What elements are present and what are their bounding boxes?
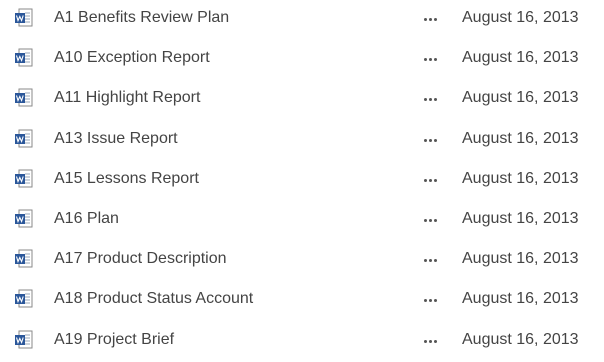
document-list: A1 Benefits Review Plan August 16, 2013 A1… (0, 0, 604, 351)
list-item[interactable]: A1 Benefits Review Plan August 16, 2013 (0, 0, 604, 40)
modified-date: August 16, 2013 (462, 49, 579, 67)
ellipsis-icon[interactable] (420, 6, 442, 28)
ellipsis-icon[interactable] (420, 86, 442, 108)
modified-date: August 16, 2013 (462, 210, 579, 227)
list-item[interactable]: A16 Plan August 16, 2013 (0, 201, 604, 241)
document-name-link[interactable]: A1 Benefits Review Plan (54, 8, 229, 28)
word-document-icon (13, 87, 35, 109)
document-name-link[interactable]: A13 Issue Report (54, 129, 178, 149)
document-name-link[interactable]: A16 Plan (54, 209, 119, 229)
modified-date: August 16, 2013 (462, 250, 579, 268)
modified-date: August 16, 2013 (462, 129, 579, 147)
list-item[interactable]: A19 Project Brief August 16, 2013 (0, 322, 604, 362)
document-name-link[interactable]: A19 Project Brief (54, 330, 174, 350)
word-document-icon (13, 208, 35, 230)
document-name-link[interactable]: A10 Exception Report (54, 48, 210, 68)
word-document-icon (13, 329, 35, 351)
document-name-link[interactable]: A11 Highlight Report (54, 88, 200, 108)
modified-date: August 16, 2013 (462, 290, 579, 308)
ellipsis-icon[interactable] (420, 46, 442, 68)
ellipsis-icon[interactable] (420, 247, 442, 269)
modified-date: August 16, 2013 (462, 9, 579, 26)
word-document-icon (13, 248, 35, 270)
list-item[interactable]: A18 Product Status Account August 16, 201… (0, 281, 604, 321)
modified-date: August 16, 2013 (462, 169, 579, 187)
list-item[interactable]: A17 Product Description August 16, 2013 (0, 241, 604, 281)
list-item[interactable]: A10 Exception Report August 16, 2013 (0, 40, 604, 80)
ellipsis-icon[interactable] (420, 167, 442, 189)
ellipsis-icon[interactable] (420, 328, 442, 350)
ellipsis-icon[interactable] (420, 287, 442, 309)
word-document-icon (13, 7, 35, 29)
document-name-link[interactable]: A15 Lessons Report (54, 169, 199, 189)
modified-date: August 16, 2013 (462, 330, 579, 348)
ellipsis-icon[interactable] (420, 127, 442, 149)
modified-date: August 16, 2013 (462, 89, 579, 107)
word-document-icon (13, 168, 35, 190)
document-name-link[interactable]: A18 Product Status Account (54, 289, 253, 309)
ellipsis-icon[interactable] (420, 207, 442, 229)
list-item[interactable]: A11 Highlight Report August 16, 2013 (0, 80, 604, 120)
word-document-icon (13, 47, 35, 69)
word-document-icon (13, 128, 35, 150)
word-document-icon (13, 288, 35, 310)
list-item[interactable]: A15 Lessons Report August 16, 2013 (0, 161, 604, 201)
document-name-link[interactable]: A17 Product Description (54, 249, 227, 269)
list-item[interactable]: A13 Issue Report August 16, 2013 (0, 121, 604, 161)
